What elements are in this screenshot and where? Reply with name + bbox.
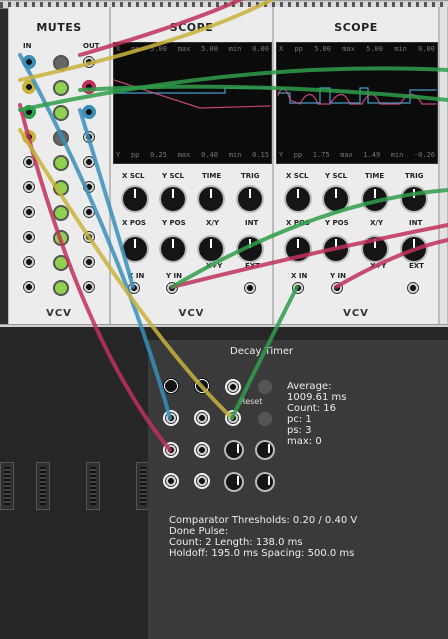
cable-red-2	[78, 0, 245, 57]
cable-yellow-2	[18, 0, 275, 82]
vcv-rack-canvas: MUTES IN OUT VCV SCOPE Xpp 5.00 max 5.00 min…	[0, 0, 448, 639]
cable-blue-1	[18, 53, 172, 420]
cable-yellow-1	[18, 128, 234, 420]
cable-red-3	[170, 223, 448, 289]
cable-red-4	[334, 238, 448, 289]
cables-and-traces	[18, 0, 448, 452]
cable-green-3	[230, 285, 299, 420]
cable-green-4	[170, 188, 448, 289]
scope-1-trace-y	[113, 79, 271, 109]
